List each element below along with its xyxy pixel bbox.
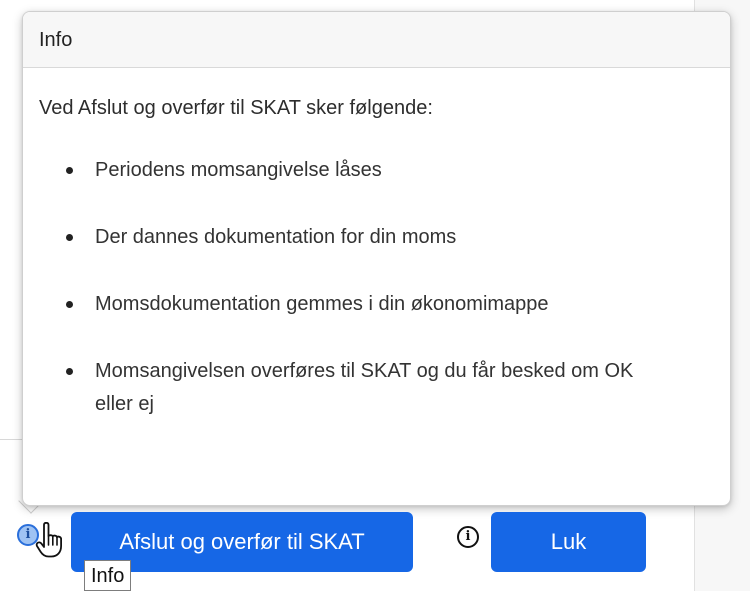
popover-bullet-item: Momsangivelsen overføres til SKAT og du … (39, 355, 669, 421)
bullet-dot-icon (66, 167, 73, 174)
bullet-dot-icon (66, 234, 73, 241)
popover-bullet-item: Momsdokumentation gemmes i din økonomima… (39, 288, 669, 321)
popover-body: Ved Afslut og overfør til SKAT sker følg… (23, 68, 730, 421)
bullet-dot-icon (66, 301, 73, 308)
popover-bullet-item: Periodens momsangivelse låses (39, 154, 669, 187)
bullet-item-text: Momsdokumentation gemmes i din økonomima… (95, 293, 549, 315)
popover-intro-text: Ved Afslut og overfør til SKAT sker følg… (39, 97, 433, 119)
hand-pointer-icon (35, 521, 69, 558)
bullet-item-text: Momsangivelsen overføres til SKAT og du … (95, 360, 634, 415)
dialog-action-bar: i Afslut og overfør til SKAT i Luk Info (0, 512, 694, 591)
info-tooltip: Info (84, 560, 132, 591)
close-button[interactable]: Luk (491, 512, 646, 572)
popover-title: Info (23, 12, 730, 68)
popover-bullet-list: Periodens momsangivelse låses Der dannes… (39, 154, 714, 421)
bullet-dot-icon (66, 368, 73, 375)
bullet-item-text: Periodens momsangivelse låses (95, 159, 382, 181)
info-circle-icon[interactable]: i (457, 526, 479, 548)
popover-bullet-item: Der dannes dokumentation for din moms (39, 221, 669, 254)
bullet-item-text: Der dannes dokumentation for din moms (95, 226, 457, 248)
info-popover: Info Ved Afslut og overfør til SKAT sker… (22, 11, 731, 506)
